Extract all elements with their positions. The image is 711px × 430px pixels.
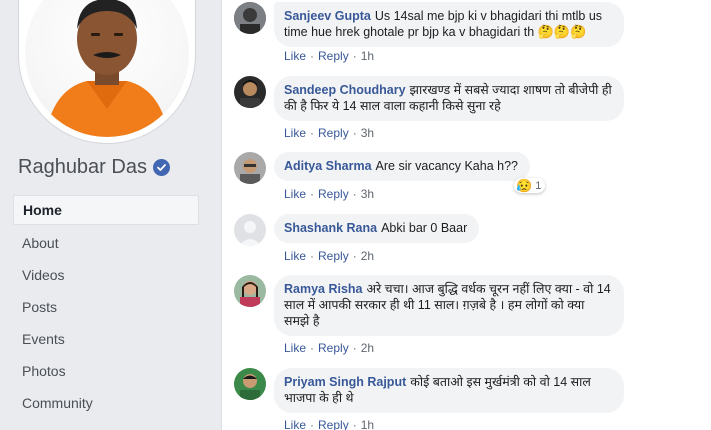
profile-picture-frame[interactable] — [18, 0, 196, 144]
page-title-row: Raghubar Das — [18, 156, 170, 179]
comment-bubble: Ramya Risha अरे चचा। आज बुद्धि वर्धक चूरन… — [274, 275, 624, 336]
reply-link[interactable]: Reply — [318, 418, 349, 430]
sad-reaction-icon: 😥 — [516, 178, 533, 193]
comment-time[interactable]: 1h — [361, 49, 374, 63]
comments-panel: Sanjeev Gupta Us 14sal me bjp ki v bhagid… — [221, 0, 711, 430]
comment-time[interactable]: 3h — [361, 187, 374, 201]
comment-author[interactable]: Aditya Sharma — [284, 159, 372, 173]
comment-actions: Like · Reply · 1h — [284, 418, 375, 430]
reply-link[interactable]: Reply — [318, 341, 349, 355]
nav-item-community[interactable]: Community — [13, 387, 199, 419]
like-link[interactable]: Like — [284, 341, 306, 355]
comment-actions: Like · Reply · 2h — [284, 341, 375, 355]
comment-bubble: Priyam Singh Rajput कोई बताओ इस मुर्खमंत्… — [274, 368, 624, 413]
comment-actions: Like · Reply · 2h — [284, 249, 375, 263]
verified-badge-icon — [152, 159, 170, 176]
comment-author[interactable]: Ramya Risha — [284, 282, 363, 296]
reply-link[interactable]: Reply — [318, 126, 349, 140]
nav-item-events[interactable]: Events — [13, 323, 199, 355]
comment-actions: Like · Reply · 3h — [284, 126, 375, 140]
page-title[interactable]: Raghubar Das — [18, 156, 147, 179]
thinking-emoji-icon: 🤔🤔🤔 — [537, 24, 587, 39]
nav-item-posts[interactable]: Posts — [13, 291, 199, 323]
comment-bubble: Shashank Rana Abki bar 0 Baar — [274, 214, 480, 243]
page-nav: Home About Videos Posts Events Photos Co… — [13, 195, 199, 419]
comment-text: Abki bar 0 Baar — [381, 221, 468, 235]
avatar[interactable] — [234, 368, 266, 400]
reaction-count: 1 — [535, 179, 542, 192]
comment-actions: Like · Reply · 3h — [284, 187, 375, 201]
comment-author[interactable]: Shashank Rana — [284, 221, 377, 235]
avatar[interactable] — [234, 152, 266, 184]
comment-bubble: Sandeep Choudhary झारखण्ड में सबसे ज्यादा… — [274, 76, 624, 121]
nav-item-about[interactable]: About — [13, 227, 199, 259]
reply-link[interactable]: Reply — [318, 187, 349, 201]
like-link[interactable]: Like — [284, 249, 306, 263]
like-link[interactable]: Like — [284, 49, 306, 63]
comment-author[interactable]: Priyam Singh Rajput — [284, 375, 406, 389]
comment-time[interactable]: 3h — [361, 126, 374, 140]
reaction-badge[interactable]: 😥 1 — [514, 178, 546, 193]
comment-bubble: Aditya Sharma Are sir vacancy Kaha h?? — [274, 152, 530, 181]
nav-item-photos[interactable]: Photos — [13, 355, 199, 387]
comment-author[interactable]: Sandeep Choudhary — [284, 83, 406, 97]
comment-author[interactable]: Sanjeev Gupta — [284, 9, 371, 23]
avatar[interactable] — [234, 2, 266, 34]
like-link[interactable]: Like — [284, 187, 306, 201]
like-link[interactable]: Like — [284, 126, 306, 140]
comment-actions: Like · Reply · 1h — [284, 49, 375, 63]
reply-link[interactable]: Reply — [318, 249, 349, 263]
avatar[interactable] — [234, 76, 266, 108]
avatar[interactable] — [234, 275, 266, 307]
comment-time[interactable]: 2h — [361, 249, 374, 263]
reply-link[interactable]: Reply — [318, 49, 349, 63]
nav-item-videos[interactable]: Videos — [13, 259, 199, 291]
comment-bubble: Sanjeev Gupta Us 14sal me bjp ki v bhagid… — [274, 2, 624, 47]
comment-time[interactable]: 2h — [361, 341, 374, 355]
comment-text: Are sir vacancy Kaha h?? — [375, 159, 518, 173]
nav-item-home[interactable]: Home — [13, 195, 199, 225]
comment-time[interactable]: 1h — [361, 418, 374, 430]
avatar[interactable] — [234, 214, 266, 246]
profile-picture[interactable] — [25, 0, 189, 137]
page-sidebar: Raghubar Das Home About Videos Posts Eve… — [0, 0, 210, 430]
like-link[interactable]: Like — [284, 418, 306, 430]
